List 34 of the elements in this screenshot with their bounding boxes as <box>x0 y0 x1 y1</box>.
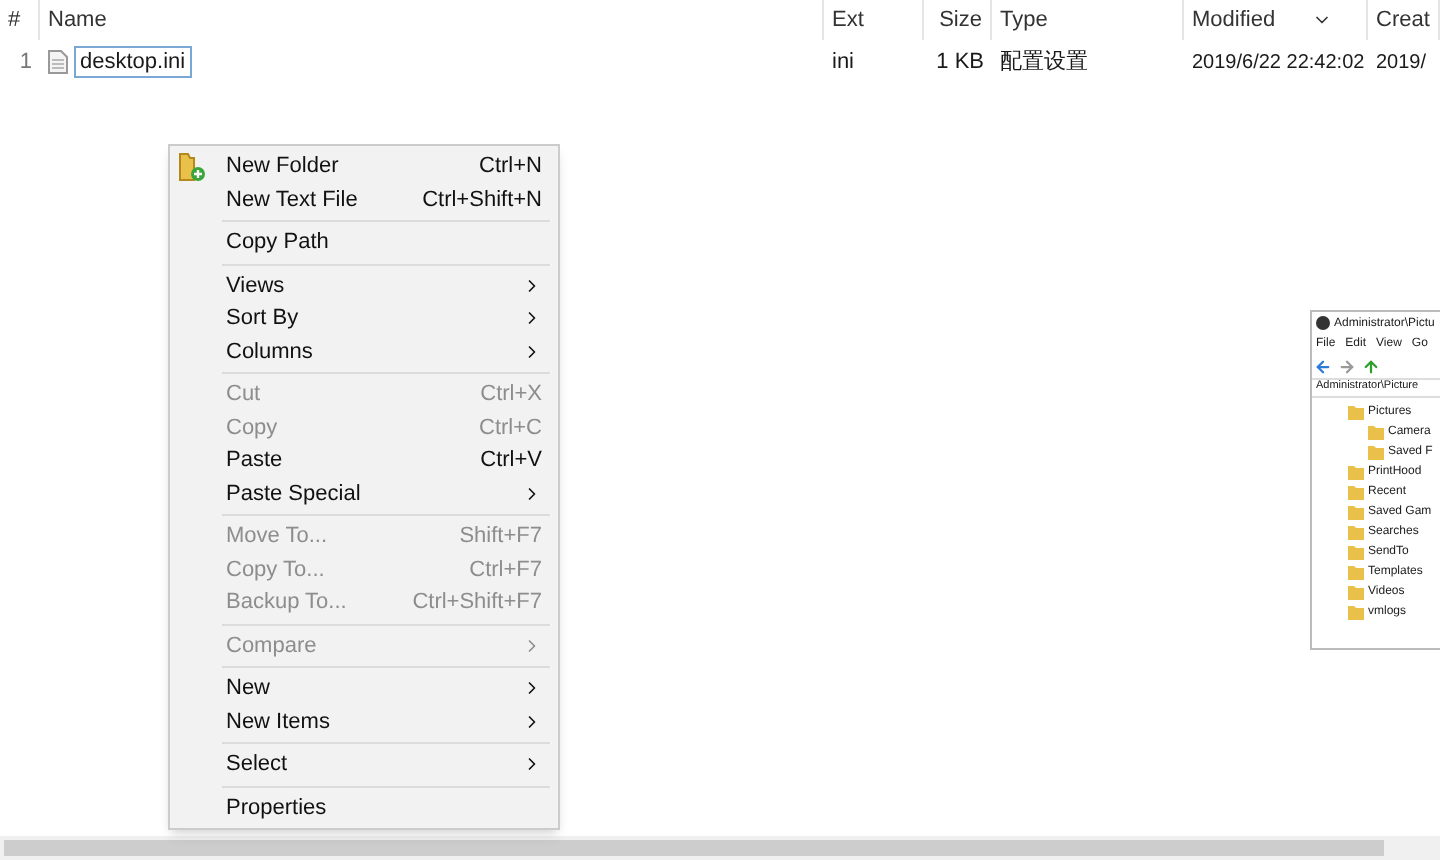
column-header[interactable]: Name <box>48 3 107 37</box>
up-icon[interactable] <box>1362 357 1380 375</box>
table-cell: 2019/6/22 22:42:02 <box>1192 51 1365 74</box>
menu-item[interactable]: Properties <box>170 791 558 824</box>
column-header[interactable]: Ext <box>832 3 864 37</box>
menu-item[interactable]: Select <box>170 748 558 781</box>
horizontal-scrollbar[interactable] <box>0 836 1440 860</box>
file-name[interactable]: desktop.ini <box>74 46 192 78</box>
app-icon <box>1316 316 1330 330</box>
folder-add-icon <box>178 151 206 182</box>
scrollbar-thumb[interactable] <box>4 840 1384 856</box>
table-cell: 1 KB <box>936 49 984 74</box>
table-cell: 2019/ <box>1376 51 1427 74</box>
menu-item[interactable]: New Text File Ctrl+Shift+N <box>170 183 558 216</box>
menu-item[interactable]: New Folder Ctrl+N <box>170 150 558 183</box>
back-icon[interactable] <box>1314 357 1332 375</box>
column-header[interactable]: Type <box>1000 3 1048 37</box>
menu-item[interactable]: Copy Path <box>170 226 558 259</box>
menu-item[interactable]: Sort By <box>170 302 558 335</box>
table-cell: ini <box>832 49 855 74</box>
column-header[interactable]: # <box>8 3 21 37</box>
table-cell: 配置设置 <box>1000 49 1088 74</box>
menu-item[interactable]: Views <box>170 269 558 302</box>
menu-item[interactable]: New <box>170 672 558 705</box>
column-header[interactable]: Modified <box>1192 3 1276 37</box>
menu-item[interactable]: New Items <box>170 705 558 738</box>
menu-item[interactable]: Columns <box>170 335 558 368</box>
forward-icon[interactable] <box>1338 357 1356 375</box>
menu-item[interactable]: Paste Ctrl+V <box>170 444 558 477</box>
file-icon <box>48 50 68 74</box>
menu-item[interactable]: Paste Special <box>170 477 558 510</box>
column-header[interactable]: Creat <box>1376 3 1430 37</box>
row-number: 1 <box>19 49 32 74</box>
column-header[interactable]: Size <box>939 3 982 37</box>
